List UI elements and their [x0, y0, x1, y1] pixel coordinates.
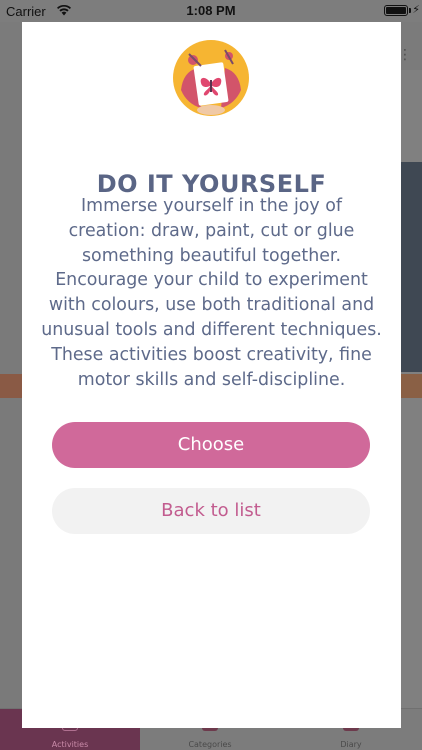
diy-craft-icon [173, 40, 249, 116]
status-bar: Carrier 1:08 PM ⚡ [0, 0, 422, 22]
background-card [398, 162, 422, 372]
category-modal: DO IT YOURSELF Immerse yourself in the j… [22, 22, 401, 728]
tab-label: Diary [340, 740, 362, 749]
status-time: 1:08 PM [186, 3, 236, 18]
battery-level [386, 7, 406, 14]
background-card-thumb [398, 374, 422, 398]
battery-tip [409, 8, 411, 13]
bolt-icon: ⚡ [412, 3, 420, 16]
modal-description: Immerse yourself in the joy of creation:… [41, 196, 382, 390]
tab-label: Categories [188, 740, 232, 749]
tab-label: Activities [51, 740, 89, 749]
back-to-list-button[interactable]: Back to list [52, 488, 370, 534]
battery-icon [384, 5, 408, 16]
background-card-thumb [0, 374, 24, 398]
choose-button[interactable]: Choose [52, 422, 370, 468]
